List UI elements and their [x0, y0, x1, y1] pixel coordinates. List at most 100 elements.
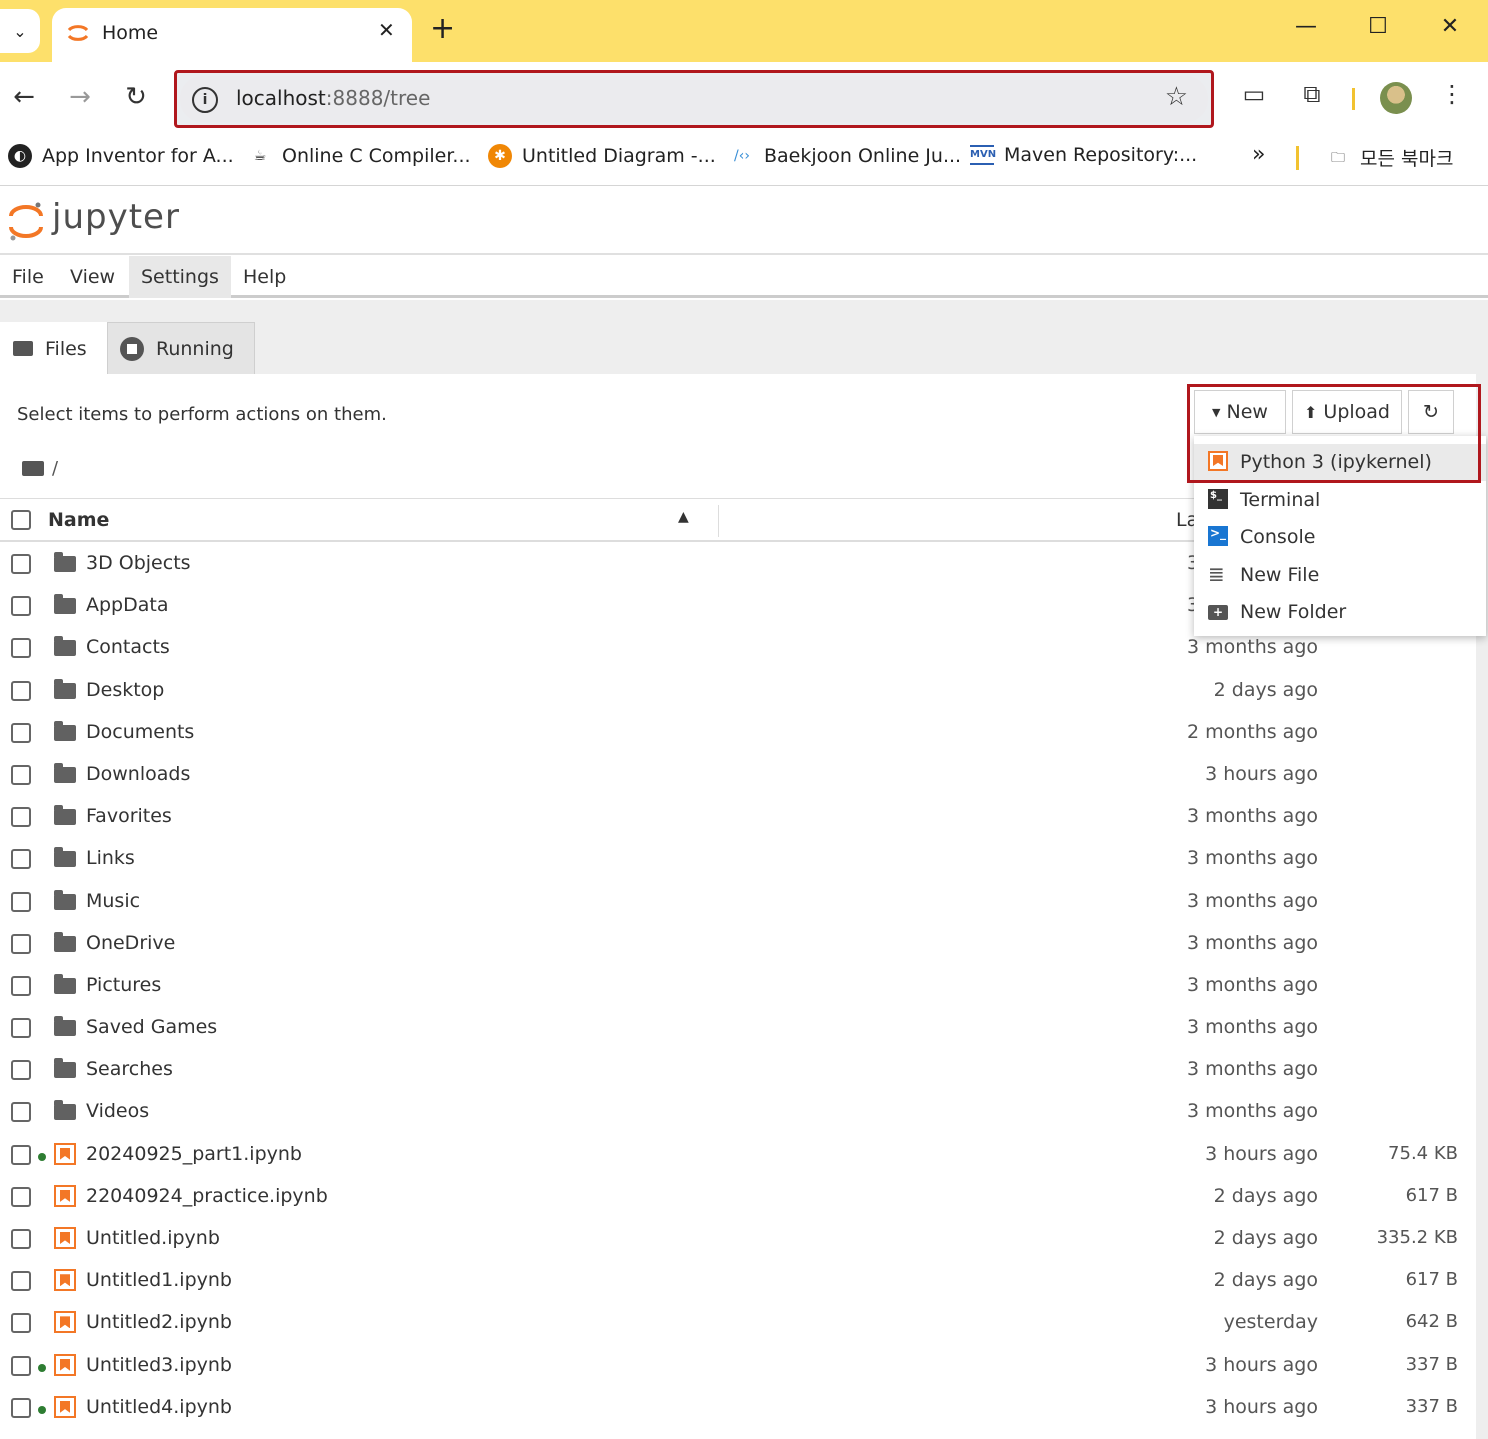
- row-checkbox[interactable]: [11, 933, 31, 954]
- bookmark-item[interactable]: ✱ Untitled Diagram -...: [488, 144, 716, 168]
- row-checkbox[interactable]: [11, 849, 31, 870]
- file-name[interactable]: Contacts: [86, 636, 170, 658]
- menu-settings[interactable]: Settings: [129, 256, 231, 298]
- new-terminal[interactable]: $_ Terminal: [1194, 482, 1486, 519]
- row-checkbox[interactable]: [11, 1018, 31, 1039]
- file-row[interactable]: 20240925_part1.ipynb 3 hours ago 75.4 KB: [0, 1135, 1476, 1177]
- row-checkbox[interactable]: [11, 638, 31, 659]
- row-checkbox[interactable]: [11, 680, 31, 701]
- menu-file[interactable]: File: [0, 256, 56, 298]
- row-checkbox[interactable]: [11, 1355, 31, 1376]
- menu-help[interactable]: Help: [231, 256, 298, 298]
- new-console[interactable]: >_ Console: [1194, 519, 1486, 556]
- sort-ascending-icon[interactable]: ▲: [678, 509, 689, 525]
- row-checkbox[interactable]: [11, 1397, 31, 1418]
- row-checkbox[interactable]: [11, 596, 31, 617]
- file-name[interactable]: 20240925_part1.ipynb: [86, 1143, 302, 1165]
- file-name[interactable]: Links: [86, 847, 135, 869]
- file-row[interactable]: Desktop 2 days ago: [0, 671, 1476, 713]
- file-name[interactable]: Untitled3.ipynb: [86, 1354, 232, 1376]
- file-name[interactable]: Untitled1.ipynb: [86, 1269, 232, 1291]
- url-text[interactable]: localhost:8888/tree: [236, 86, 430, 110]
- bookmark-star-icon[interactable]: ☆: [1165, 82, 1188, 112]
- file-row[interactable]: Untitled.ipynb 2 days ago 335.2 KB: [0, 1219, 1476, 1261]
- new-tab-button[interactable]: +: [430, 14, 455, 44]
- address-bar[interactable]: i localhost:8888/tree ☆: [174, 70, 1214, 128]
- file-name[interactable]: OneDrive: [86, 932, 175, 954]
- new-folder[interactable]: + New Folder: [1194, 594, 1486, 631]
- file-row[interactable]: OneDrive 3 months ago: [0, 924, 1476, 966]
- file-name[interactable]: Videos: [86, 1100, 149, 1122]
- minimize-icon[interactable]: —: [1286, 14, 1326, 39]
- file-row[interactable]: Documents 2 months ago: [0, 713, 1476, 755]
- file-name[interactable]: 22040924_practice.ipynb: [86, 1185, 328, 1207]
- row-checkbox[interactable]: [11, 1271, 31, 1292]
- file-row[interactable]: Untitled4.ipynb 3 hours ago 337 B: [0, 1388, 1476, 1430]
- extensions-puzzle-icon[interactable]: ⧉: [1294, 80, 1330, 108]
- row-checkbox[interactable]: [11, 807, 31, 828]
- file-row[interactable]: Untitled2.ipynb yesterday 642 B: [0, 1303, 1476, 1345]
- folder-home-icon[interactable]: [22, 461, 44, 476]
- back-arrow-icon[interactable]: ←: [4, 82, 44, 112]
- file-name[interactable]: Untitled2.ipynb: [86, 1311, 232, 1333]
- file-row[interactable]: Favorites 3 months ago: [0, 797, 1476, 839]
- refresh-button[interactable]: ↻: [1408, 390, 1454, 434]
- file-row[interactable]: Pictures 3 months ago: [0, 966, 1476, 1008]
- file-name[interactable]: Pictures: [86, 974, 161, 996]
- file-name[interactable]: Music: [86, 890, 140, 912]
- file-name[interactable]: Favorites: [86, 805, 172, 827]
- row-checkbox[interactable]: [11, 891, 31, 912]
- row-checkbox[interactable]: [11, 554, 31, 574]
- file-row[interactable]: Untitled1.ipynb 2 days ago 617 B: [0, 1261, 1476, 1303]
- kebab-menu-icon[interactable]: ⋮: [1434, 80, 1470, 108]
- bookmark-item[interactable]: ◐ App Inventor for A...: [8, 144, 234, 168]
- new-python3-notebook[interactable]: Python 3 (ipykernel): [1194, 444, 1486, 481]
- bookmark-item[interactable]: MVN Maven Repository:...: [970, 144, 1197, 166]
- browser-tab-home[interactable]: Home ✕: [52, 8, 412, 62]
- column-resize-handle[interactable]: [718, 505, 719, 537]
- profile-avatar[interactable]: [1380, 82, 1412, 114]
- file-row[interactable]: Videos 3 months ago: [0, 1092, 1476, 1134]
- file-name[interactable]: 3D Objects: [86, 552, 191, 574]
- file-row[interactable]: Untitled3.ipynb 3 hours ago 337 B: [0, 1346, 1476, 1388]
- row-checkbox[interactable]: [11, 1313, 31, 1334]
- bookmark-item[interactable]: ☕ Online C Compiler...: [248, 144, 471, 168]
- jupyter-logo-icon[interactable]: [8, 201, 44, 241]
- upload-button[interactable]: ⬆ Upload: [1292, 390, 1402, 434]
- file-row[interactable]: Searches 3 months ago: [0, 1050, 1476, 1092]
- new-button[interactable]: ▼ New: [1194, 390, 1286, 434]
- tab-close-icon[interactable]: ✕: [378, 18, 395, 42]
- forward-arrow-icon[interactable]: →: [60, 82, 100, 112]
- select-all-checkbox[interactable]: [11, 510, 31, 530]
- tab-search-button[interactable]: ⌄: [0, 9, 40, 53]
- file-name[interactable]: Untitled4.ipynb: [86, 1396, 232, 1418]
- bookmark-item[interactable]: /‹› Baekjoon Online Ju...: [730, 144, 961, 168]
- more-bookmarks-button[interactable]: »: [1252, 142, 1265, 167]
- row-checkbox[interactable]: [11, 1186, 31, 1207]
- row-checkbox[interactable]: [11, 975, 31, 996]
- tab-running[interactable]: Running: [107, 322, 255, 374]
- file-row[interactable]: Music 3 months ago: [0, 882, 1476, 924]
- cast-icon[interactable]: ▭: [1236, 80, 1272, 108]
- file-name[interactable]: AppData: [86, 594, 169, 616]
- row-checkbox[interactable]: [11, 722, 31, 743]
- site-info-icon[interactable]: i: [192, 87, 218, 113]
- row-checkbox[interactable]: [11, 1060, 31, 1081]
- row-checkbox[interactable]: [11, 1102, 31, 1123]
- file-row[interactable]: 22040924_practice.ipynb 2 days ago 617 B: [0, 1177, 1476, 1219]
- file-name[interactable]: Searches: [86, 1058, 173, 1080]
- file-name[interactable]: Saved Games: [86, 1016, 217, 1038]
- row-checkbox[interactable]: [11, 764, 31, 785]
- row-checkbox[interactable]: [11, 1229, 31, 1249]
- file-name[interactable]: Downloads: [86, 763, 190, 785]
- file-name[interactable]: Desktop: [86, 679, 164, 701]
- column-name[interactable]: Name: [48, 509, 109, 531]
- row-checkbox[interactable]: [11, 1144, 31, 1165]
- file-name[interactable]: Untitled.ipynb: [86, 1227, 220, 1249]
- maximize-icon[interactable]: ☐: [1358, 14, 1398, 39]
- new-file[interactable]: ≣ New File: [1194, 557, 1486, 594]
- all-bookmarks-button[interactable]: 🗀 모든 북마크: [1326, 144, 1453, 171]
- file-row[interactable]: Downloads 3 hours ago: [0, 755, 1476, 797]
- tab-files[interactable]: Files: [0, 322, 107, 374]
- window-close-icon[interactable]: ✕: [1430, 14, 1470, 39]
